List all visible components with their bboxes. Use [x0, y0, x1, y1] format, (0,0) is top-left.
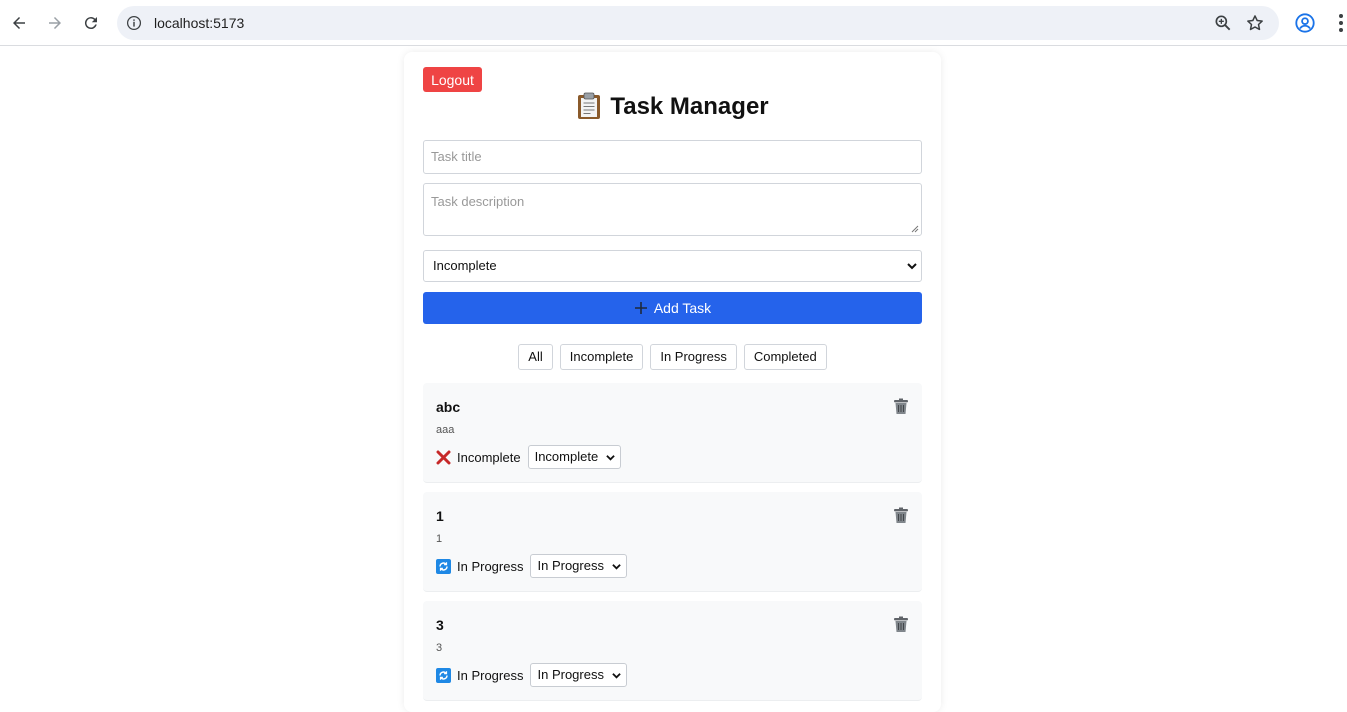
task-title: 3	[436, 617, 444, 633]
task-item: abc aaa Incomplete Incomplete	[423, 383, 922, 483]
address-bar[interactable]: localhost:5173	[117, 6, 1279, 40]
task-status-select-value: In Progress	[537, 558, 604, 573]
resize-grip-icon[interactable]	[911, 225, 919, 233]
task-title: 1	[436, 508, 444, 524]
task-description: 3	[436, 642, 443, 654]
chevron-down-icon	[606, 455, 615, 461]
refresh-icon	[436, 558, 451, 574]
task-status-row: In Progress In Progress	[436, 663, 627, 687]
task-status-row: In Progress In Progress	[436, 554, 627, 578]
task-title: abc	[436, 399, 461, 415]
cross-mark-icon	[436, 450, 451, 464]
task-status-select-value: Incomplete	[534, 449, 599, 464]
add-task-button[interactable]: Add Task	[423, 292, 922, 324]
site-info-icon[interactable]	[125, 14, 143, 32]
back-button[interactable]	[7, 11, 31, 35]
task-status-text: In Progress	[457, 558, 524, 574]
task-description: aaa	[436, 424, 455, 436]
filter-bar: All Incomplete In Progress Completed	[404, 344, 941, 370]
profile-icon[interactable]	[1294, 12, 1316, 34]
add-task-label: Add Task	[653, 300, 712, 316]
refresh-icon	[436, 667, 451, 683]
task-item: 3 3 In Progress In Progress	[423, 601, 922, 701]
task-status-select[interactable]: In Progress	[530, 663, 627, 687]
zoom-icon[interactable]	[1213, 13, 1233, 33]
task-status-row: Incomplete Incomplete	[436, 445, 622, 469]
trash-icon[interactable]	[893, 398, 909, 415]
filter-incomplete-button[interactable]: Incomplete	[559, 344, 644, 370]
filter-completed-button[interactable]: Completed	[743, 344, 827, 370]
status-select-value: Incomplete	[433, 258, 497, 273]
bookmark-star-icon[interactable]	[1245, 13, 1265, 33]
task-description-placeholder: Task description	[431, 194, 525, 209]
task-description: 1	[436, 533, 443, 545]
reload-icon	[84, 17, 97, 30]
url-text[interactable]: localhost:5173	[154, 15, 244, 31]
task-manager-card: Logout Task Manager Task title Task desc…	[404, 52, 941, 712]
filter-in-progress-button[interactable]: In Progress	[650, 344, 737, 370]
trash-icon[interactable]	[893, 507, 909, 524]
task-status-select[interactable]: Incomplete	[527, 445, 622, 469]
reload-button[interactable]	[79, 11, 103, 35]
task-item: 1 1 In Progress In Progress	[423, 492, 922, 592]
plus-icon	[634, 302, 647, 314]
task-description-input[interactable]: Task description	[423, 183, 922, 236]
forward-button[interactable]	[43, 11, 67, 35]
arrow-left-icon	[13, 17, 25, 29]
chevron-down-icon	[612, 564, 621, 570]
title-text: Task Manager	[610, 93, 769, 120]
menu-dots-icon[interactable]	[1331, 12, 1347, 34]
task-status-select-value: In Progress	[537, 667, 604, 682]
page-title: Task Manager	[404, 92, 941, 121]
arrow-right-icon	[49, 17, 61, 29]
clipboard-icon	[578, 92, 601, 119]
task-status-text: In Progress	[457, 667, 524, 683]
browser-toolbar: localhost:5173	[0, 0, 1347, 46]
logout-button[interactable]: Logout	[423, 67, 482, 92]
task-status-select[interactable]: In Progress	[530, 554, 627, 578]
chevron-down-icon	[612, 673, 621, 679]
trash-icon[interactable]	[893, 616, 909, 633]
chevron-down-icon	[907, 263, 917, 270]
task-title-input[interactable]: Task title	[423, 140, 922, 174]
task-status-text: Incomplete	[457, 449, 521, 465]
status-select[interactable]: Incomplete	[423, 250, 922, 282]
filter-all-button[interactable]: All	[518, 344, 553, 370]
